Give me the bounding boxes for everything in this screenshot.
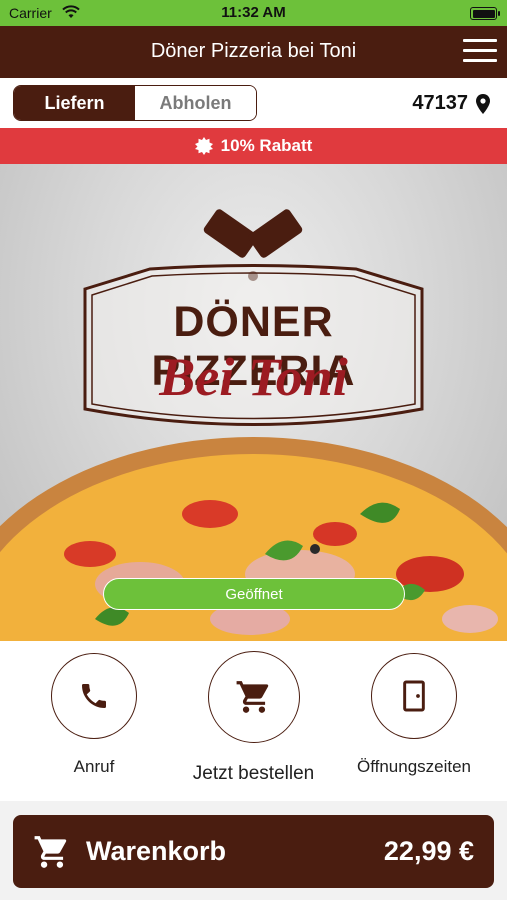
phone-icon bbox=[82, 684, 106, 708]
cart-label: Warenkorb bbox=[86, 836, 227, 866]
logo-line-2: Bei Toni bbox=[159, 347, 348, 407]
quick-actions: Anruf Jetzt bestellen Öffnungszeiten bbox=[0, 641, 507, 801]
order-now-button[interactable]: Jetzt bestellen bbox=[181, 651, 326, 785]
call-label: Anruf bbox=[73, 757, 115, 776]
location-pin-icon bbox=[476, 93, 490, 114]
hours-label: Öffnungszeiten bbox=[356, 757, 472, 776]
call-button[interactable]: Anruf bbox=[51, 653, 137, 777]
clock: 11:32 AM bbox=[221, 4, 286, 21]
order-mode-toggle: Liefern Abholen bbox=[13, 85, 257, 121]
pickup-tab[interactable]: Abholen bbox=[135, 86, 256, 120]
cart-footer: Warenkorb 22,99 € bbox=[0, 801, 507, 900]
cart-icon bbox=[34, 836, 67, 868]
discount-text: 10% Rabatt bbox=[220, 136, 313, 155]
page-title: Döner Pizzeria bei Toni bbox=[150, 40, 357, 62]
hero-banner: DÖNER PIZZERIA Bei Toni Geöffnet bbox=[0, 164, 507, 641]
shopping-cart-icon bbox=[236, 681, 268, 713]
hamburger-menu-icon[interactable] bbox=[463, 39, 497, 65]
cart-total: 22,99 € bbox=[383, 836, 474, 866]
status-bar: Carrier 11:32 AM bbox=[0, 0, 507, 26]
badge-icon bbox=[194, 137, 213, 155]
open-status-badge: Geöffnet bbox=[103, 578, 405, 610]
order-mode-bar: Liefern Abholen 47137 bbox=[0, 78, 507, 128]
door-icon bbox=[403, 680, 425, 712]
deliver-tab[interactable]: Liefern bbox=[14, 86, 135, 120]
discount-banner[interactable]: 10% Rabatt bbox=[0, 128, 507, 164]
zip-code-selector[interactable]: 47137 bbox=[412, 92, 490, 115]
hours-circle bbox=[371, 653, 457, 739]
order-label: Jetzt bestellen bbox=[192, 763, 315, 784]
battery-icon bbox=[470, 7, 500, 20]
order-circle bbox=[207, 651, 300, 743]
app-header: Döner Pizzeria bei Toni bbox=[0, 26, 507, 78]
opening-hours-button[interactable]: Öffnungszeiten bbox=[350, 653, 478, 777]
cart-button[interactable]: Warenkorb 22,99 € bbox=[13, 815, 494, 888]
zip-code: 47137 bbox=[412, 92, 468, 114]
call-circle bbox=[51, 653, 137, 739]
